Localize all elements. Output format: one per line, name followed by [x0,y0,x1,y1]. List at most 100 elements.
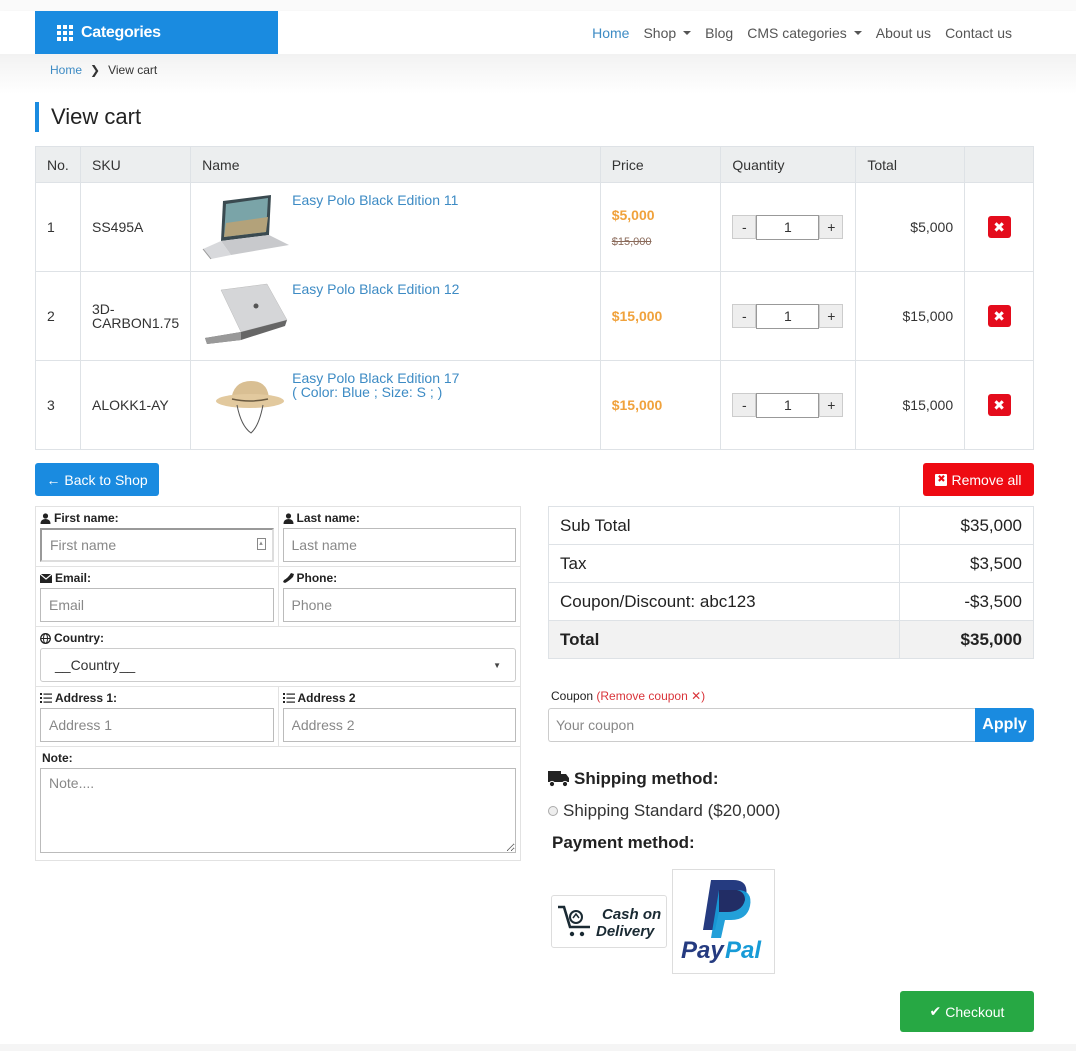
nav-shop-label: Shop [643,24,677,41]
remove-item-button[interactable]: ✖ [987,216,1011,238]
order-summary-table: Sub Total $35,000 Tax $3,500 Coupon/Disc… [548,506,1034,659]
form-row-contact: Email: Phone: [36,567,520,627]
phone-input[interactable] [282,588,516,622]
autofill-contact-icon[interactable]: ▴ [256,538,266,550]
last-name-input[interactable] [282,528,516,562]
address2-label-text: Address 2 [297,691,356,705]
product-options: ( Color: Blue ; Size: S ; ) [292,384,443,400]
cod-line1: Cash on [602,906,661,923]
col-actions [964,146,1034,183]
qty-input[interactable] [756,214,820,240]
main-nav: Home Shop Blog CMS categories About us C… [592,11,1012,54]
breadcrumb: Home ❯ View cart [50,63,157,77]
customer-form: First name: ▴ Last name: Email: [35,506,521,861]
qty-minus-button[interactable]: - [732,215,757,239]
back-to-shop-button[interactable]: ← Back to Shop [35,463,159,496]
payment-cash-on-delivery[interactable]: Cash on Delivery [551,895,667,948]
remove-item-button[interactable]: ✖ [987,305,1011,327]
price-current: $15,000 [611,397,663,413]
row-price: $15,000 [599,360,722,450]
checkout-label: Checkout [945,1003,1005,1020]
remove-coupon-link[interactable]: (Remove coupon ✕) [596,689,705,703]
country-select[interactable]: __Country__ ▼ [40,648,516,682]
remove-item-button[interactable]: ✖ [987,394,1011,416]
discount-label: Coupon/Discount: abc123 [548,582,900,621]
chevron-right-icon: ❯ [90,63,101,77]
close-box-icon: ✖ [935,473,948,486]
sun-hat-image[interactable] [201,371,291,441]
nav-cms-categories[interactable]: CMS categories [747,25,862,41]
product-name-link[interactable]: Easy Polo Black Edition 17( Color: Blue … [292,371,459,399]
breadcrumb-home[interactable]: Home [50,63,82,77]
envelope-icon [40,573,52,583]
qty-plus-button[interactable]: + [819,215,844,239]
row-sku: 3D- CARBON1.75 [79,271,192,361]
col-total: Total [855,146,966,183]
cart-row: 2 3D- CARBON1.75 Easy Polo Black Edition … [35,271,1034,361]
checkout-button[interactable]: ✔ Checkout [900,991,1034,1032]
note-label: Note: [42,751,73,765]
categories-button[interactable]: Categories [35,11,278,54]
row-total: $15,000 [855,271,966,361]
remove-all-button[interactable]: ✖ Remove all [923,463,1034,496]
product-name-link[interactable]: Easy Polo Black Edition 12 [292,282,459,296]
country-label: Country: [40,630,516,646]
list-icon [282,693,295,703]
shipping-option-label: Shipping Standard ($20,000) [563,801,781,820]
country-group: Country: __Country__ ▼ [36,627,520,686]
nav-blog[interactable]: Blog [705,25,733,41]
product-name-link[interactable]: Easy Polo Black Edition 11 [292,193,458,207]
back-to-shop-label: Back to Shop [64,471,148,488]
remove-all-label: Remove all [951,471,1022,488]
col-price: Price [599,146,722,183]
dropdown-arrow-icon: ▼ [493,660,501,670]
phone-label-text: Phone: [296,571,338,585]
email-label-text: Email: [55,571,92,585]
first-name-input[interactable] [40,528,274,562]
address1-input[interactable] [40,708,274,742]
breadcrumb-current: View cart [108,63,158,77]
payment-paypal[interactable]: Pay Pal [672,869,775,974]
laptop-open-image[interactable] [201,193,291,263]
paypal-logo: Pay Pal [681,880,762,964]
total-label: Total [548,620,900,659]
summary-row-discount: Coupon/Discount: abc123 -$3,500 [548,582,1034,621]
row-quantity: - + [720,182,857,272]
shipping-radio[interactable] [548,806,558,816]
nav-home[interactable]: Home [592,25,629,41]
first-name-label-text: First name: [54,511,119,525]
email-input[interactable] [40,588,274,622]
qty-plus-button[interactable]: + [819,304,844,328]
phone-group: Phone: [277,567,521,626]
nav-shop[interactable]: Shop [643,24,692,41]
row-name-cell: Easy Polo Black Edition 11 [190,182,601,272]
email-group: Email: [36,567,278,626]
apply-coupon-button[interactable]: Apply [975,708,1034,742]
last-name-label-text: Last name: [296,511,360,525]
laptop-closed-image[interactable] [201,282,291,352]
qty-plus-button[interactable]: + [819,393,844,417]
truck-icon [548,771,569,787]
form-row-note: Note: [36,747,520,860]
qty-minus-button[interactable]: - [732,393,757,417]
country-label-text: Country: [54,631,104,645]
form-row-country: Country: __Country__ ▼ [36,627,520,687]
address1-group: Address 1: [36,687,278,746]
qty-input[interactable] [756,303,820,329]
country-selected: __Country__ [55,657,136,673]
shipping-option-standard[interactable]: Shipping Standard ($20,000) [548,801,780,821]
note-textarea[interactable] [40,768,516,853]
qty-minus-button[interactable]: - [732,304,757,328]
nav-contact-us[interactable]: Contact us [945,25,1012,41]
address2-input[interactable] [282,708,516,742]
qty-input[interactable] [756,392,820,418]
coupon-input[interactable] [548,708,976,742]
tax-value: $3,500 [899,544,1034,583]
nav-contact-label: Contact us [945,24,1012,41]
total-value: $35,000 [899,620,1034,659]
nav-about-us[interactable]: About us [876,25,931,41]
page-title: View cart [35,102,141,132]
quantity-stepper: - + [732,214,844,240]
cart-table: No. SKU Name Price Quantity Total 1 SS49… [35,146,1034,450]
nav-about-label: About us [875,24,932,41]
